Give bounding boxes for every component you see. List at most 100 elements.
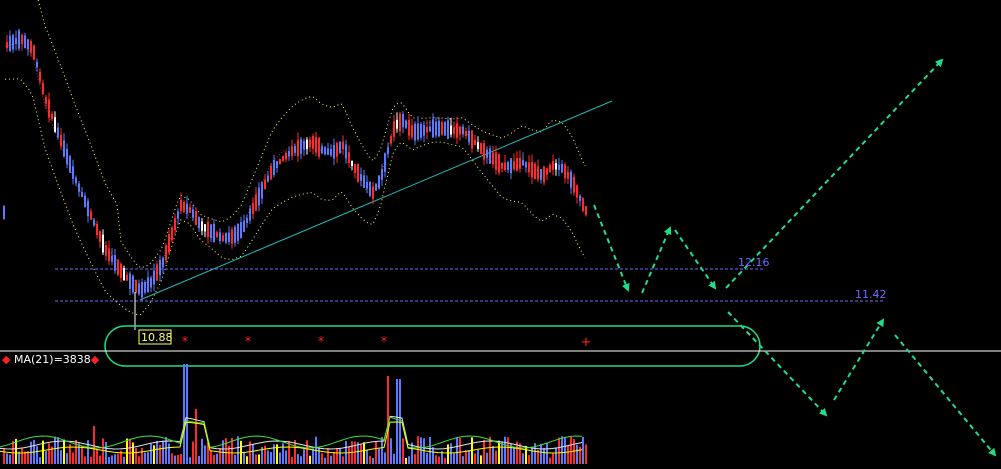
candle-body — [321, 146, 323, 154]
candle-body — [564, 164, 566, 179]
candle-body — [99, 231, 101, 242]
candle-body — [579, 195, 581, 201]
signal-marker: * — [318, 335, 325, 350]
candle-body — [87, 200, 89, 217]
volume-bar — [585, 444, 587, 464]
candle-body — [111, 255, 113, 262]
volume-bar — [444, 457, 446, 464]
volume-bar — [54, 436, 56, 464]
volume-bar — [198, 455, 200, 464]
volume-bar — [204, 445, 206, 464]
candle-body — [291, 146, 293, 156]
candle-body — [30, 41, 32, 53]
candle-body — [420, 124, 422, 138]
candle-body — [510, 158, 512, 174]
volume-bar — [528, 455, 530, 464]
volume-bar — [429, 436, 431, 464]
volume-bar — [90, 456, 92, 464]
candle-body — [249, 208, 251, 221]
candle-body — [330, 148, 332, 156]
candle-body — [480, 142, 482, 155]
volume-bar — [93, 426, 95, 464]
candle-body — [576, 185, 578, 198]
candle-body — [540, 169, 542, 180]
candle-body — [390, 136, 392, 144]
candle-body — [453, 127, 455, 134]
candle-body — [489, 148, 491, 164]
volume-bar — [111, 455, 113, 464]
candle-body — [195, 210, 197, 226]
volume-bar — [183, 364, 185, 464]
candle-body — [120, 263, 122, 278]
volume-bar — [546, 442, 548, 464]
volume-bar — [474, 453, 476, 464]
volume-bar — [123, 456, 125, 464]
candle-body — [297, 140, 299, 156]
volume-bar — [309, 455, 311, 464]
candle-body — [558, 164, 560, 170]
volume-bar — [144, 452, 146, 464]
candle-body — [189, 207, 191, 213]
volume-bar — [21, 448, 23, 464]
candle-body — [126, 275, 128, 281]
candle-body — [570, 171, 572, 188]
candle-body — [465, 130, 467, 137]
candle-body — [486, 149, 488, 158]
volume-bar — [108, 456, 110, 464]
volume-bar — [84, 456, 86, 464]
volume-bar — [6, 453, 8, 464]
volume-bar — [372, 457, 374, 464]
volume-bar — [582, 437, 584, 464]
volume-bar — [498, 440, 500, 464]
candle-body — [219, 232, 221, 241]
candle-body — [240, 222, 242, 239]
candle-body — [333, 145, 335, 159]
candle-body — [93, 219, 95, 226]
candle-body — [12, 35, 14, 50]
candle-body — [132, 275, 134, 293]
volume-bar — [180, 453, 182, 464]
volume-bar — [366, 450, 368, 464]
volume-bar — [486, 452, 488, 464]
volume-bar — [414, 454, 416, 464]
candle-body — [414, 123, 416, 141]
volume-bar — [270, 452, 272, 464]
candle-body — [342, 141, 344, 150]
volume-bar — [9, 454, 11, 464]
candle-body — [555, 163, 557, 170]
candle-body — [318, 137, 320, 157]
volume-bar — [39, 457, 41, 464]
volume-bar — [174, 455, 176, 464]
volume-bar — [456, 437, 458, 464]
volume-bar — [402, 438, 404, 464]
candle-body — [372, 186, 374, 199]
candle-body — [150, 277, 152, 288]
candle-body — [117, 259, 119, 275]
volume-bar — [201, 438, 203, 464]
candle-body — [447, 120, 449, 139]
volume-bar — [135, 447, 137, 464]
volume-bar — [297, 453, 299, 464]
candle-body — [411, 125, 413, 138]
candle-body — [69, 156, 71, 173]
candle-body — [378, 175, 380, 189]
candle-body — [525, 162, 527, 168]
volume-bar — [105, 442, 107, 464]
candle-body — [177, 211, 179, 219]
volume-bar — [78, 443, 80, 464]
candle-body — [396, 119, 398, 129]
candle-body — [399, 113, 401, 132]
candle-body — [264, 179, 266, 190]
candle-body — [27, 39, 29, 50]
volume-bar — [408, 456, 410, 464]
volume-bar — [255, 454, 257, 464]
candle-body — [456, 123, 458, 138]
volume-bar — [147, 452, 149, 464]
volume-bar — [531, 447, 533, 464]
candle-body — [3, 206, 5, 219]
candle-body — [561, 163, 563, 173]
volume-bar — [336, 448, 338, 464]
candle-body — [348, 152, 350, 163]
candle-body — [141, 282, 143, 298]
candle-body — [243, 220, 245, 233]
